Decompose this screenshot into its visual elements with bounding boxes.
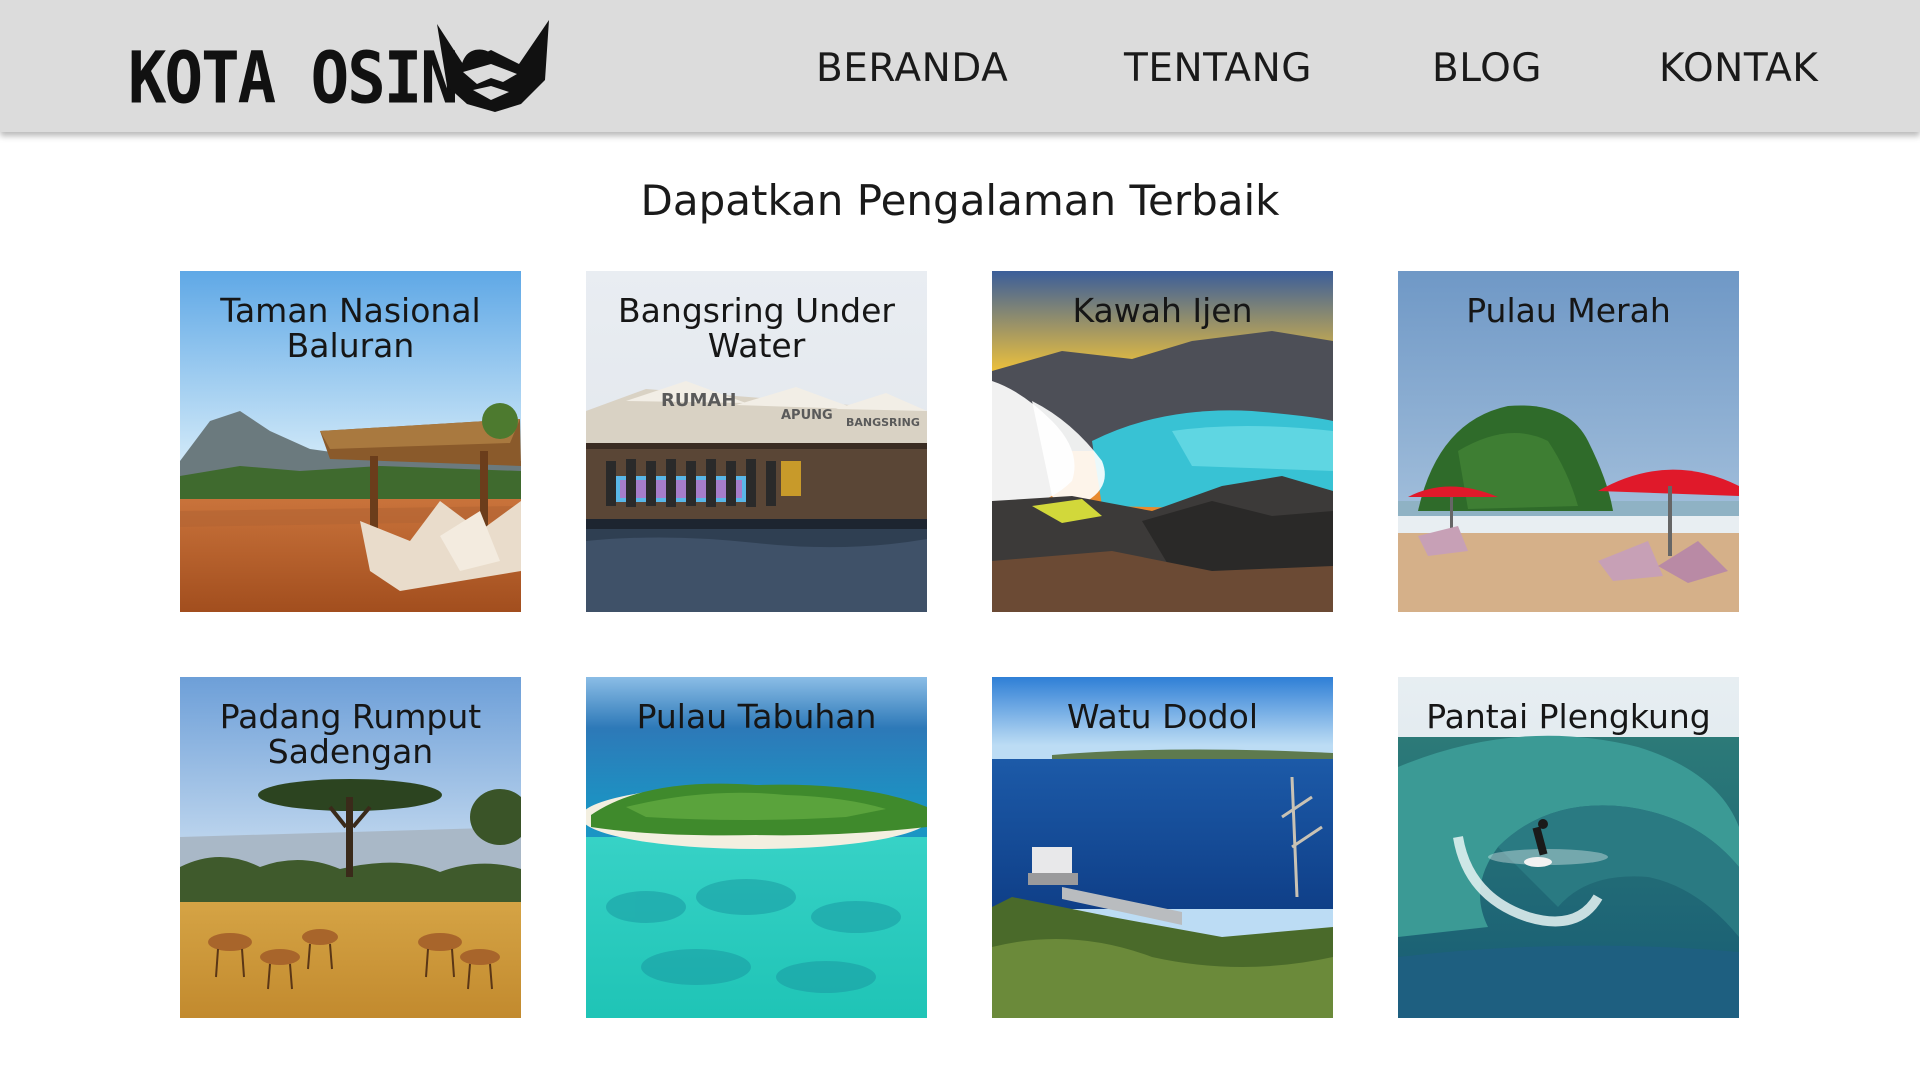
nav-kontak[interactable]: KONTAK xyxy=(1659,46,1818,91)
card-pulau-tabuhan[interactable]: Pulau Tabuhan xyxy=(586,677,927,1018)
sign-apung: APUNG xyxy=(781,408,833,423)
card-pantai-plengkung[interactable]: Pantai Plengkung xyxy=(1398,677,1739,1018)
navbar: KOTA OSING BERANDA TENTANG BLOG KONTAK xyxy=(0,0,1920,132)
card-label: Bangsring Under Water xyxy=(618,291,895,365)
card-bangsring-under-water[interactable]: RUMAH APUNG BANGSRING Bangsring Under Wa… xyxy=(586,271,927,612)
card-label: Padang Rumput Sadengan xyxy=(219,697,482,771)
card-taman-nasional-baluran[interactable]: Taman Nasional Baluran xyxy=(180,271,521,612)
helmet-logo-icon xyxy=(437,20,549,112)
card-label: Kawah Ijen xyxy=(1072,291,1253,330)
card-watu-dodol[interactable]: Watu Dodol xyxy=(992,677,1333,1018)
nav-blog[interactable]: BLOG xyxy=(1432,46,1542,91)
card-pulau-merah[interactable]: Pulau Merah xyxy=(1398,271,1739,612)
card-label: Taman Nasional Baluran xyxy=(220,291,481,365)
card-label: Pulau Tabuhan xyxy=(636,697,877,736)
sign-bangsring: BANGSRING xyxy=(846,416,920,429)
card-kawah-ijen[interactable]: Kawah Ijen xyxy=(992,271,1333,612)
card-label: Pulau Merah xyxy=(1466,291,1671,330)
page-title: Dapatkan Pengalaman Terbaik xyxy=(640,176,1280,225)
card-label: Pantai Plengkung xyxy=(1426,697,1711,736)
card-padang-rumput-sadengan[interactable]: Padang Rumput Sadengan xyxy=(180,677,521,1018)
card-label: Watu Dodol xyxy=(1067,697,1258,736)
site-logo[interactable]: KOTA OSING xyxy=(128,20,568,120)
nav-beranda[interactable]: BERANDA xyxy=(816,46,1008,91)
sign-rumah: RUMAH xyxy=(661,390,736,411)
nav-tentang[interactable]: TENTANG xyxy=(1124,46,1312,91)
